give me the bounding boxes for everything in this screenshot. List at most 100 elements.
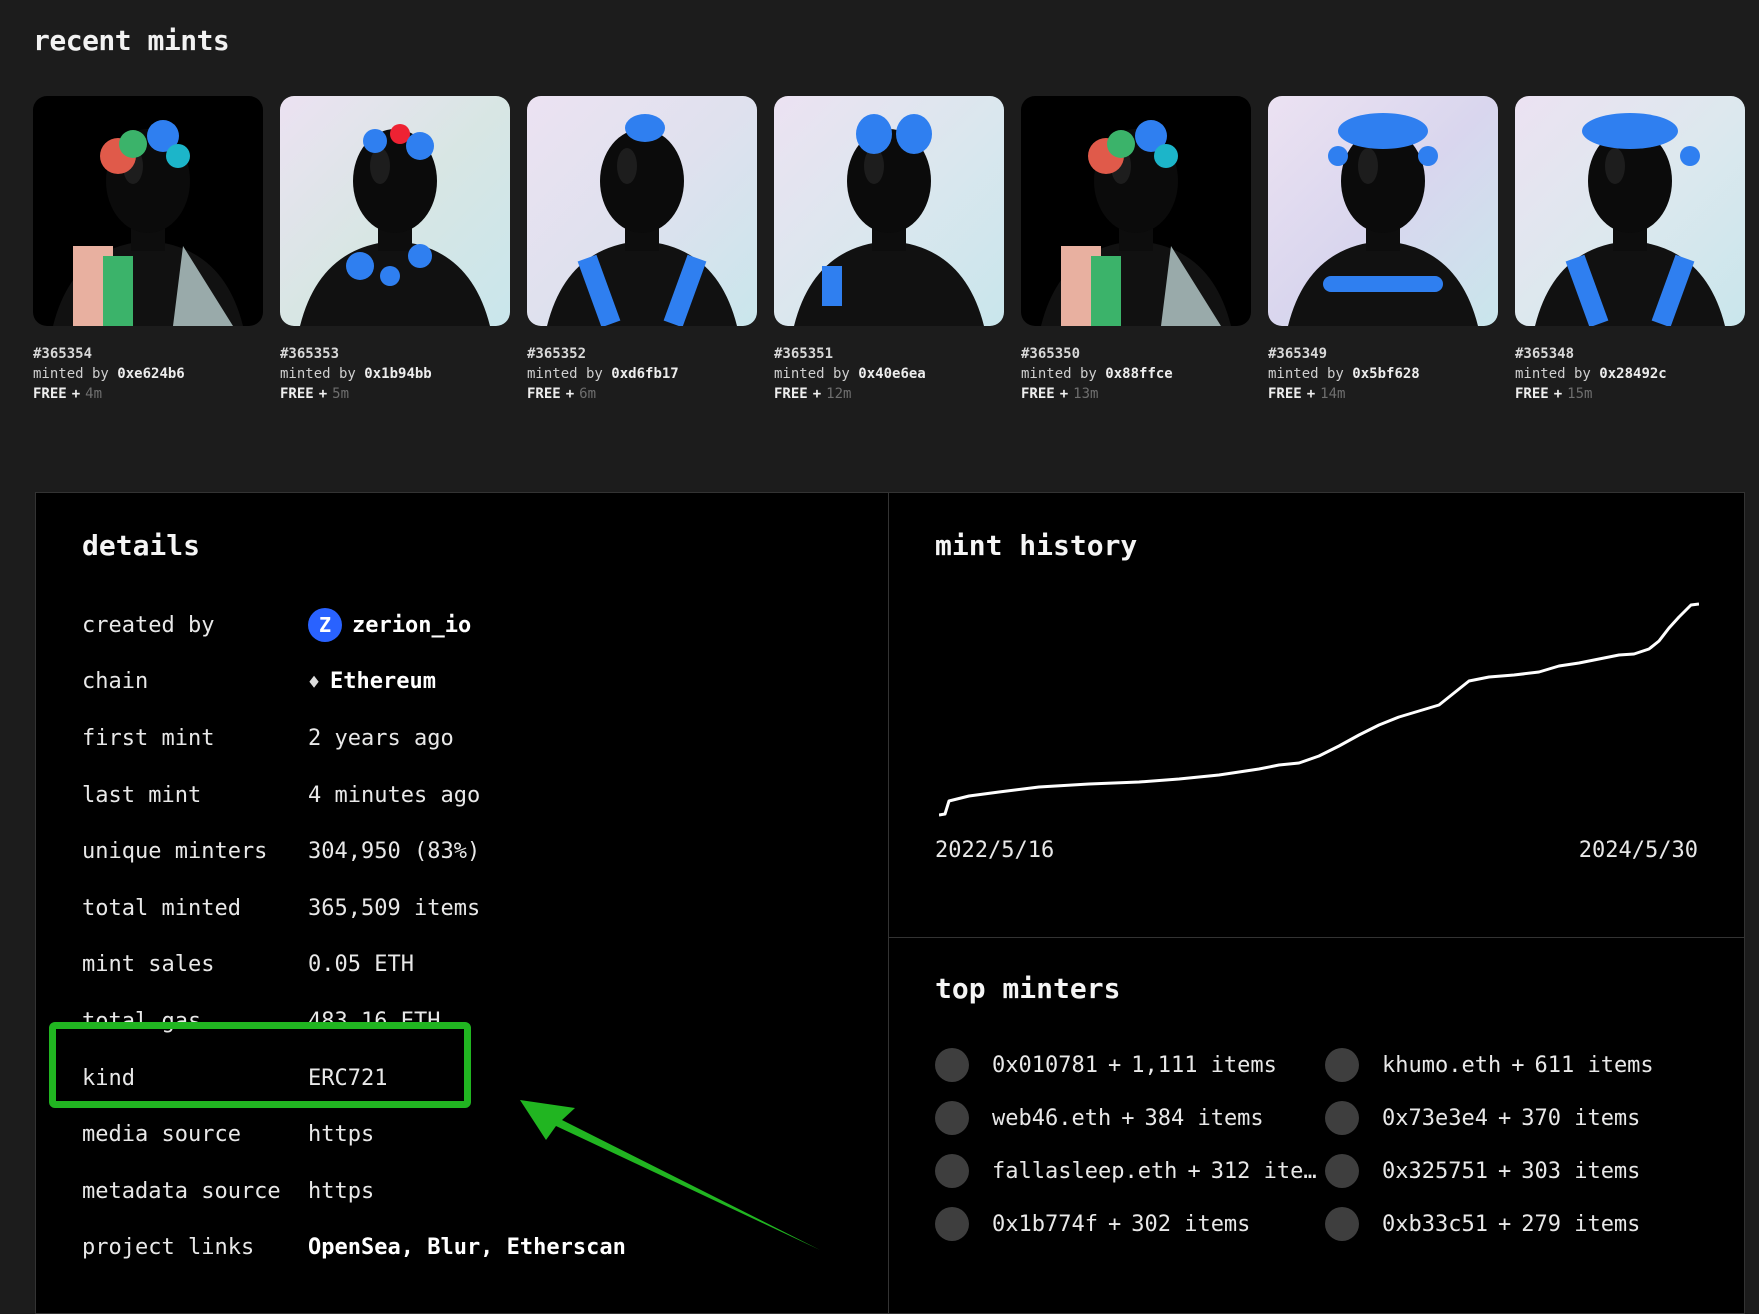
mint-minted-by: minted by 0x40e6ea: [774, 366, 926, 382]
mint-minted-by: minted by 0x1b94bb: [280, 366, 432, 382]
minter-address-link[interactable]: 0xe624b6: [117, 366, 184, 382]
minter-count: 302 items: [1131, 1211, 1251, 1237]
mint-token-id: #365354: [33, 346, 93, 362]
detail-label: last mint: [82, 782, 202, 808]
mint-token-id: #365348: [1515, 346, 1575, 362]
ethereum-icon: ♦: [308, 669, 321, 694]
minter-name: web46.eth: [992, 1105, 1112, 1131]
minter-item[interactable]: 0x73e3e4 +370 items: [1325, 1101, 1715, 1135]
mint-time-ago: 13m: [1073, 386, 1099, 402]
minter-count: 312 ite…: [1210, 1158, 1317, 1184]
minter-address-link[interactable]: 0x28492c: [1599, 366, 1666, 382]
mint-history-line: [939, 602, 1699, 817]
mint-card[interactable]: #365349 minted by 0x5bf628 FREE +14m: [1268, 96, 1498, 402]
mint-price: FREE +5m: [280, 386, 350, 402]
mint-card[interactable]: #365350 minted by 0x88ffce FREE +13m: [1021, 96, 1251, 402]
mint-time-ago: 15m: [1567, 386, 1593, 402]
creator-link[interactable]: Zzerion_io: [308, 608, 471, 643]
nft-figure-image: [1021, 96, 1251, 326]
mint-time-ago: 12m: [826, 386, 852, 402]
mint-token-id: #365353: [280, 346, 340, 362]
minter-item[interactable]: 0x010781 +1,111 items: [935, 1048, 1325, 1082]
minter-address-link[interactable]: 0x1b94bb: [364, 366, 431, 382]
mint-card[interactable]: #365351 minted by 0x40e6ea FREE +12m: [774, 96, 1004, 402]
mint-price: FREE +4m: [33, 386, 103, 402]
mint-price: FREE +15m: [1515, 386, 1593, 402]
minter-item[interactable]: khumo.eth +611 items: [1325, 1048, 1715, 1082]
mint-time-ago: 5m: [332, 386, 350, 402]
minter-item[interactable]: web46.eth +384 items: [935, 1101, 1325, 1135]
mint-card[interactable]: #365352 minted by 0xd6fb17 FREE +6m: [527, 96, 757, 402]
mint-price: FREE +6m: [527, 386, 597, 402]
nft-figure-image: [1515, 96, 1745, 326]
detail-row-first-mint: first mint 2 years ago: [82, 710, 626, 767]
mint-minted-by: minted by 0xd6fb17: [527, 366, 679, 382]
minter-address-link[interactable]: 0xd6fb17: [611, 366, 678, 382]
detail-row-created-by: created by Zzerion_io: [82, 597, 626, 654]
nft-figure-image: [280, 96, 510, 326]
detail-value: 304,950 (83%): [308, 839, 481, 865]
minter-item[interactable]: 0x1b774f +302 items: [935, 1207, 1325, 1241]
mint-token-id: #365352: [527, 346, 587, 362]
minter-name: 0x1b774f: [992, 1211, 1098, 1237]
mint-card[interactable]: #365348 minted by 0x28492c FREE +15m: [1515, 96, 1745, 402]
mint-minted-by: minted by 0x28492c: [1515, 366, 1667, 382]
minter-address-link[interactable]: 0x88ffce: [1105, 366, 1172, 382]
nft-thumbnail[interactable]: [1021, 96, 1251, 326]
minter-count: 611 items: [1534, 1052, 1654, 1078]
detail-row-mint-sales: mint sales 0.05 ETH: [82, 937, 626, 994]
detail-value: https: [308, 1122, 375, 1148]
minter-address-link[interactable]: 0x40e6ea: [858, 366, 925, 382]
nft-thumbnail[interactable]: [33, 96, 263, 326]
minter-item[interactable]: 0xb33c51 +279 items: [1325, 1207, 1715, 1241]
nft-thumbnail[interactable]: [774, 96, 1004, 326]
minter-avatar: [935, 1101, 969, 1135]
mint-history-section: mint history 2022/5/16 2024/5/30: [889, 493, 1744, 938]
detail-row-last-mint: last mint 4 minutes ago: [82, 767, 626, 824]
minter-name: 0x010781: [992, 1052, 1098, 1078]
minter-item[interactable]: 0x325751 +303 items: [1325, 1154, 1715, 1188]
mint-history-title: mint history: [935, 529, 1138, 562]
mint-price: FREE +13m: [1021, 386, 1099, 402]
minter-name: 0x325751: [1382, 1158, 1488, 1184]
minter-count: 279 items: [1521, 1211, 1641, 1237]
mint-time-ago: 4m: [85, 386, 103, 402]
mint-token-id: #365351: [774, 346, 834, 362]
detail-label: unique minters: [82, 839, 268, 865]
mint-card[interactable]: #365354 minted by 0xe624b6 FREE +4m: [33, 96, 263, 402]
detail-label: first mint: [82, 725, 215, 751]
nft-thumbnail[interactable]: [280, 96, 510, 326]
recent-mints-list: #365354 minted by 0xe624b6 FREE +4m #3653…: [33, 96, 1745, 402]
minter-avatar: [1325, 1154, 1359, 1188]
minter-count: 370 items: [1521, 1105, 1641, 1131]
minter-name: 0x73e3e4: [1382, 1105, 1488, 1131]
details-title: details: [82, 529, 201, 562]
detail-row-total-gas: total gas 483.16 ETH: [82, 993, 626, 1050]
nft-thumbnail[interactable]: [1515, 96, 1745, 326]
mint-token-id: #365350: [1021, 346, 1081, 362]
detail-value: ERC721: [308, 1065, 388, 1091]
detail-row-total-minted: total minted 365,509 items: [82, 880, 626, 937]
minter-count: 384 items: [1144, 1105, 1264, 1131]
nft-figure-image: [774, 96, 1004, 326]
detail-value: https: [308, 1178, 375, 1204]
nft-thumbnail[interactable]: [527, 96, 757, 326]
detail-label: created by: [82, 612, 215, 638]
detail-row-chain: chain ♦ Ethereum: [82, 654, 626, 711]
nft-figure-image: [527, 96, 757, 326]
minter-avatar: [1325, 1207, 1359, 1241]
mint-minted-by: minted by 0x88ffce: [1021, 366, 1173, 382]
mint-card[interactable]: #365353 minted by 0x1b94bb FREE +5m: [280, 96, 510, 402]
nft-thumbnail[interactable]: [1268, 96, 1498, 326]
mint-minted-by: minted by 0x5bf628: [1268, 366, 1420, 382]
recent-mints-title: recent mints: [33, 24, 230, 57]
minter-name: khumo.eth: [1382, 1052, 1502, 1078]
minter-address-link[interactable]: 0x5bf628: [1352, 366, 1419, 382]
detail-label: mint sales: [82, 952, 215, 978]
mint-time-ago: 14m: [1320, 386, 1346, 402]
mint-price: FREE +14m: [1268, 386, 1346, 402]
minter-avatar: [935, 1048, 969, 1082]
detail-value: 2 years ago: [308, 725, 454, 751]
detail-label: chain: [82, 669, 149, 695]
minter-item[interactable]: fallasleep.eth +312 ite…: [935, 1154, 1325, 1188]
